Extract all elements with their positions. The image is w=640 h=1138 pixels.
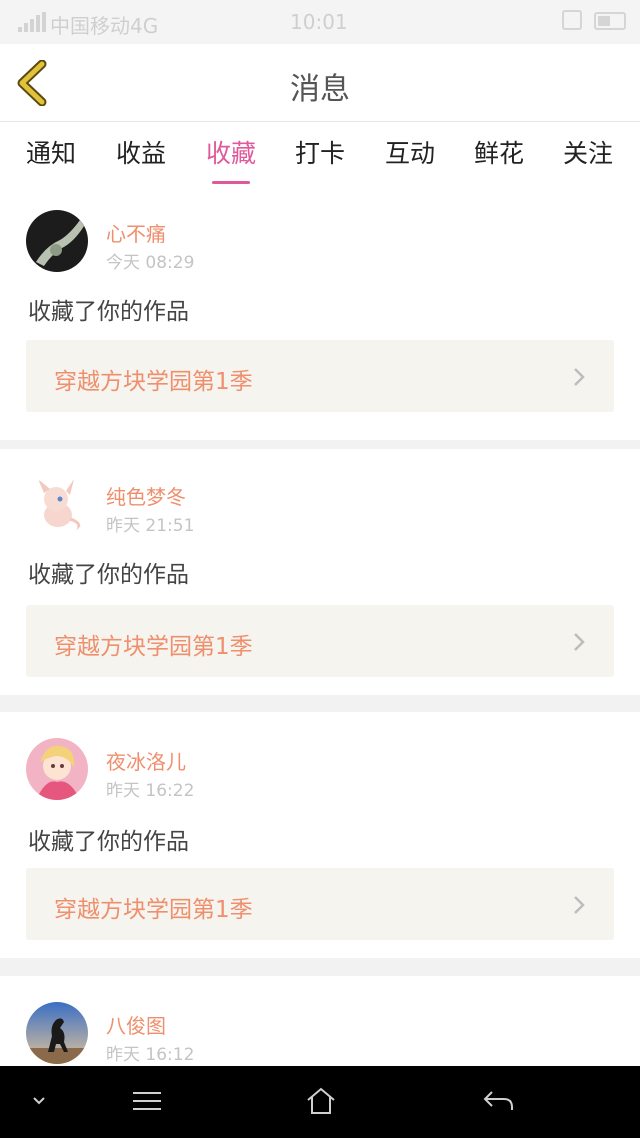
- action-text: 收藏了你的作品: [28, 562, 189, 588]
- tab-label: 关注: [563, 139, 614, 168]
- action-text: 收藏了你的作品: [28, 299, 189, 325]
- chevron-down-icon[interactable]: [32, 1096, 46, 1106]
- tab-label: 互动: [385, 139, 436, 168]
- avatar[interactable]: [26, 1002, 88, 1064]
- timestamp: 昨天 21:51: [106, 516, 195, 536]
- tab-earnings[interactable]: 收益: [116, 134, 166, 170]
- tab-label: 打卡: [295, 139, 346, 168]
- home-icon[interactable]: [306, 1086, 336, 1116]
- username[interactable]: 八俊图: [106, 1010, 166, 1039]
- back-arrow-icon[interactable]: [482, 1088, 514, 1114]
- system-nav-bar: [0, 1066, 640, 1138]
- tab-bar: 通知 收益 收藏 打卡 互动 鲜花 关注: [0, 122, 640, 194]
- tab-notifications[interactable]: 通知: [26, 134, 76, 170]
- work-title: 穿越方块学园第1季: [54, 897, 253, 923]
- message-card: 八俊图 昨天 16:12: [0, 976, 640, 1066]
- message-card: 心不痛 今天 08:29 收藏了你的作品 穿越方块学园第1季: [0, 194, 640, 440]
- message-card: 纯色梦冬 昨天 21:51 收藏了你的作品 穿越方块学园第1季: [0, 449, 640, 695]
- signal-icon: [18, 12, 46, 32]
- active-tab-indicator: [212, 181, 251, 184]
- tab-label: 收益: [116, 139, 167, 168]
- timestamp: 昨天 16:22: [106, 781, 195, 801]
- battery-icon: [594, 12, 626, 30]
- avatar[interactable]: [26, 738, 88, 800]
- tab-favorites[interactable]: 收藏: [206, 134, 257, 184]
- timestamp: 昨天 16:12: [106, 1045, 195, 1065]
- avatar[interactable]: [26, 210, 88, 272]
- tab-label: 通知: [26, 139, 77, 168]
- sim-icon: [562, 10, 582, 30]
- work-link[interactable]: 穿越方块学园第1季: [26, 868, 614, 940]
- work-title: 穿越方块学园第1季: [54, 634, 253, 660]
- timestamp: 今天 08:29: [106, 253, 195, 273]
- username[interactable]: 心不痛: [106, 218, 166, 247]
- tab-label: 收藏: [206, 139, 257, 168]
- header-bar: 消息: [0, 44, 640, 122]
- chevron-right-icon: [574, 896, 585, 914]
- work-link[interactable]: 穿越方块学园第1季: [26, 340, 614, 412]
- username[interactable]: 纯色梦冬: [106, 481, 186, 510]
- tab-following[interactable]: 关注: [563, 134, 613, 170]
- username[interactable]: 夜冰洛儿: [106, 746, 186, 775]
- avatar[interactable]: [26, 475, 88, 537]
- tab-label: 鲜花: [474, 139, 525, 168]
- tab-interaction[interactable]: 互动: [385, 134, 435, 170]
- tab-checkin[interactable]: 打卡: [295, 134, 345, 170]
- clock: 10:01: [290, 10, 348, 34]
- tab-flowers[interactable]: 鲜花: [474, 134, 524, 170]
- work-link[interactable]: 穿越方块学园第1季: [26, 605, 614, 677]
- carrier-label: 中国移动4G: [50, 14, 159, 38]
- action-text: 收藏了你的作品: [28, 829, 189, 855]
- message-card: 夜冰洛儿 昨天 16:22 收藏了你的作品 穿越方块学园第1季: [0, 712, 640, 958]
- chevron-right-icon: [574, 633, 585, 651]
- menu-icon[interactable]: [132, 1090, 162, 1112]
- chevron-right-icon: [574, 368, 585, 386]
- work-title: 穿越方块学园第1季: [54, 369, 253, 395]
- status-bar: 中国移动4G 10:01: [0, 0, 640, 44]
- page-title: 消息: [290, 72, 350, 107]
